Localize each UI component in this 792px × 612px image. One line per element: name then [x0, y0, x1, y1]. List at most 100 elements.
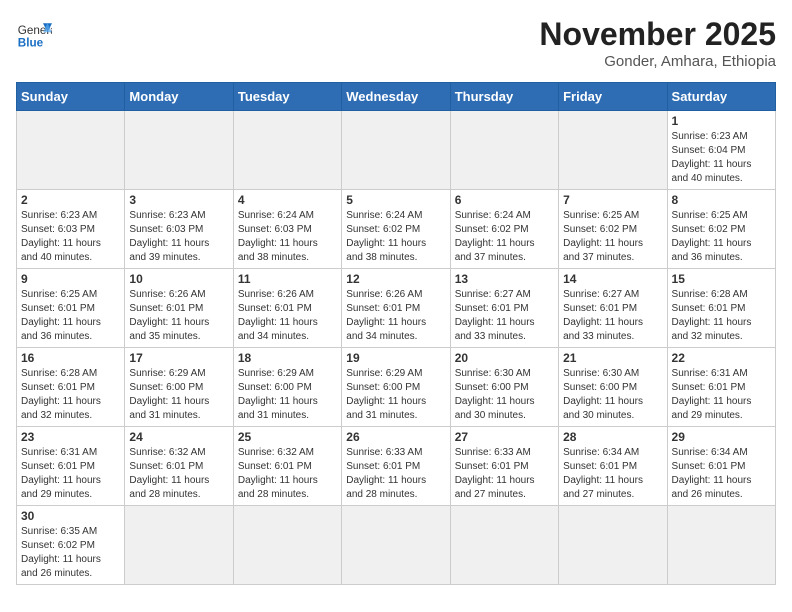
logo: General Blue: [16, 16, 52, 52]
calendar-day-cell: 17 Sunrise: 6:29 AM Sunset: 6:00 PM Dayli…: [125, 348, 233, 427]
calendar-day-cell: [125, 506, 233, 585]
location-title: Gonder, Amhara, Ethiopia: [539, 53, 776, 70]
day-number: 27: [455, 430, 554, 444]
day-number: 4: [238, 193, 337, 207]
calendar-day-cell: [559, 111, 667, 190]
day-info: Sunrise: 6:26 AM Sunset: 6:01 PM Dayligh…: [238, 288, 337, 344]
day-number: 7: [563, 193, 662, 207]
calendar-day-cell: 14 Sunrise: 6:27 AM Sunset: 6:01 PM Dayli…: [559, 269, 667, 348]
calendar-day-cell: 6 Sunrise: 6:24 AM Sunset: 6:02 PM Daylig…: [450, 190, 558, 269]
calendar-day-cell: 2 Sunrise: 6:23 AM Sunset: 6:03 PM Daylig…: [17, 190, 125, 269]
calendar-day-cell: 15Sunrise: 6:28 AM Sunset: 6:01 PM Dayli…: [667, 269, 775, 348]
calendar-day-cell: [233, 111, 341, 190]
calendar-week-row: 9 Sunrise: 6:25 AM Sunset: 6:01 PM Daylig…: [17, 269, 776, 348]
day-info: Sunrise: 6:24 AM Sunset: 6:02 PM Dayligh…: [346, 209, 445, 265]
calendar-day-cell: 21 Sunrise: 6:30 AM Sunset: 6:00 PM Dayli…: [559, 348, 667, 427]
weekday-header: Wednesday: [342, 83, 450, 111]
day-info: Sunrise: 6:30 AM Sunset: 6:00 PM Dayligh…: [563, 367, 662, 423]
calendar-day-cell: 10 Sunrise: 6:26 AM Sunset: 6:01 PM Dayli…: [125, 269, 233, 348]
calendar-day-cell: 8 Sunrise: 6:25 AM Sunset: 6:02 PM Daylig…: [667, 190, 775, 269]
day-info: Sunrise: 6:23 AM Sunset: 6:03 PM Dayligh…: [21, 209, 120, 265]
calendar-week-row: 16Sunrise: 6:28 AM Sunset: 6:01 PM Dayli…: [17, 348, 776, 427]
day-number: 30: [21, 509, 120, 523]
calendar-day-cell: [342, 111, 450, 190]
calendar-day-cell: 5Sunrise: 6:24 AM Sunset: 6:02 PM Daylig…: [342, 190, 450, 269]
weekday-header: Sunday: [17, 83, 125, 111]
day-info: Sunrise: 6:33 AM Sunset: 6:01 PM Dayligh…: [346, 446, 445, 502]
calendar-day-cell: 18Sunrise: 6:29 AM Sunset: 6:00 PM Dayli…: [233, 348, 341, 427]
day-number: 16: [21, 351, 120, 365]
calendar-day-cell: [667, 506, 775, 585]
day-number: 19: [346, 351, 445, 365]
calendar-day-cell: 7 Sunrise: 6:25 AM Sunset: 6:02 PM Daylig…: [559, 190, 667, 269]
day-number: 20: [455, 351, 554, 365]
calendar-day-cell: 3Sunrise: 6:23 AM Sunset: 6:03 PM Daylig…: [125, 190, 233, 269]
day-number: 6: [455, 193, 554, 207]
calendar-day-cell: 28 Sunrise: 6:34 AM Sunset: 6:01 PM Dayli…: [559, 427, 667, 506]
day-info: Sunrise: 6:25 AM Sunset: 6:02 PM Dayligh…: [672, 209, 771, 265]
calendar-day-cell: [450, 506, 558, 585]
calendar-day-cell: 4Sunrise: 6:24 AM Sunset: 6:03 PM Daylig…: [233, 190, 341, 269]
day-number: 17: [129, 351, 228, 365]
day-number: 14: [563, 272, 662, 286]
day-number: 23: [21, 430, 120, 444]
day-number: 29: [672, 430, 771, 444]
logo-icon: General Blue: [16, 16, 52, 52]
calendar-day-cell: 12 Sunrise: 6:26 AM Sunset: 6:01 PM Dayli…: [342, 269, 450, 348]
day-number: 24: [129, 430, 228, 444]
calendar-week-row: 30 Sunrise: 6:35 AM Sunset: 6:02 PM Dayli…: [17, 506, 776, 585]
day-info: Sunrise: 6:29 AM Sunset: 6:00 PM Dayligh…: [346, 367, 445, 423]
calendar-day-cell: 27 Sunrise: 6:33 AM Sunset: 6:01 PM Dayli…: [450, 427, 558, 506]
weekday-header: Saturday: [667, 83, 775, 111]
day-info: Sunrise: 6:33 AM Sunset: 6:01 PM Dayligh…: [455, 446, 554, 502]
day-info: Sunrise: 6:32 AM Sunset: 6:01 PM Dayligh…: [129, 446, 228, 502]
day-number: 13: [455, 272, 554, 286]
day-info: Sunrise: 6:34 AM Sunset: 6:01 PM Dayligh…: [672, 446, 771, 502]
day-number: 1: [672, 114, 771, 128]
day-info: Sunrise: 6:30 AM Sunset: 6:00 PM Dayligh…: [455, 367, 554, 423]
svg-text:Blue: Blue: [18, 37, 44, 50]
day-info: Sunrise: 6:26 AM Sunset: 6:01 PM Dayligh…: [129, 288, 228, 344]
day-info: Sunrise: 6:25 AM Sunset: 6:01 PM Dayligh…: [21, 288, 120, 344]
calendar-day-cell: [125, 111, 233, 190]
month-title: November 2025: [539, 16, 776, 53]
calendar-day-cell: [17, 111, 125, 190]
calendar-day-cell: [559, 506, 667, 585]
day-info: Sunrise: 6:29 AM Sunset: 6:00 PM Dayligh…: [129, 367, 228, 423]
day-info: Sunrise: 6:32 AM Sunset: 6:01 PM Dayligh…: [238, 446, 337, 502]
weekday-header: Tuesday: [233, 83, 341, 111]
day-number: 9: [21, 272, 120, 286]
weekday-header: Thursday: [450, 83, 558, 111]
calendar-day-cell: 13 Sunrise: 6:27 AM Sunset: 6:01 PM Dayli…: [450, 269, 558, 348]
calendar-day-cell: 16Sunrise: 6:28 AM Sunset: 6:01 PM Dayli…: [17, 348, 125, 427]
calendar-week-row: 1Sunrise: 6:23 AM Sunset: 6:04 PM Daylig…: [17, 111, 776, 190]
calendar-day-cell: 19 Sunrise: 6:29 AM Sunset: 6:00 PM Dayli…: [342, 348, 450, 427]
calendar-day-cell: 30 Sunrise: 6:35 AM Sunset: 6:02 PM Dayli…: [17, 506, 125, 585]
day-number: 10: [129, 272, 228, 286]
calendar-day-cell: 24 Sunrise: 6:32 AM Sunset: 6:01 PM Dayli…: [125, 427, 233, 506]
day-number: 18: [238, 351, 337, 365]
day-number: 28: [563, 430, 662, 444]
calendar-table: SundayMondayTuesdayWednesdayThursdayFrid…: [16, 82, 776, 585]
calendar-day-cell: 25Sunrise: 6:32 AM Sunset: 6:01 PM Dayli…: [233, 427, 341, 506]
day-info: Sunrise: 6:31 AM Sunset: 6:01 PM Dayligh…: [21, 446, 120, 502]
day-info: Sunrise: 6:27 AM Sunset: 6:01 PM Dayligh…: [455, 288, 554, 344]
calendar-day-cell: 9 Sunrise: 6:25 AM Sunset: 6:01 PM Daylig…: [17, 269, 125, 348]
day-number: 2: [21, 193, 120, 207]
day-number: 22: [672, 351, 771, 365]
weekday-header: Friday: [559, 83, 667, 111]
day-number: 15: [672, 272, 771, 286]
day-info: Sunrise: 6:35 AM Sunset: 6:02 PM Dayligh…: [21, 525, 120, 581]
calendar-day-cell: 11Sunrise: 6:26 AM Sunset: 6:01 PM Dayli…: [233, 269, 341, 348]
day-number: 21: [563, 351, 662, 365]
day-info: Sunrise: 6:26 AM Sunset: 6:01 PM Dayligh…: [346, 288, 445, 344]
day-info: Sunrise: 6:34 AM Sunset: 6:01 PM Dayligh…: [563, 446, 662, 502]
day-info: Sunrise: 6:27 AM Sunset: 6:01 PM Dayligh…: [563, 288, 662, 344]
day-info: Sunrise: 6:25 AM Sunset: 6:02 PM Dayligh…: [563, 209, 662, 265]
page-header: General Blue November 2025 Gonder, Amhar…: [16, 16, 776, 70]
day-number: 8: [672, 193, 771, 207]
day-info: Sunrise: 6:24 AM Sunset: 6:02 PM Dayligh…: [455, 209, 554, 265]
weekday-header-row: SundayMondayTuesdayWednesdayThursdayFrid…: [17, 83, 776, 111]
day-number: 12: [346, 272, 445, 286]
calendar-day-cell: [233, 506, 341, 585]
